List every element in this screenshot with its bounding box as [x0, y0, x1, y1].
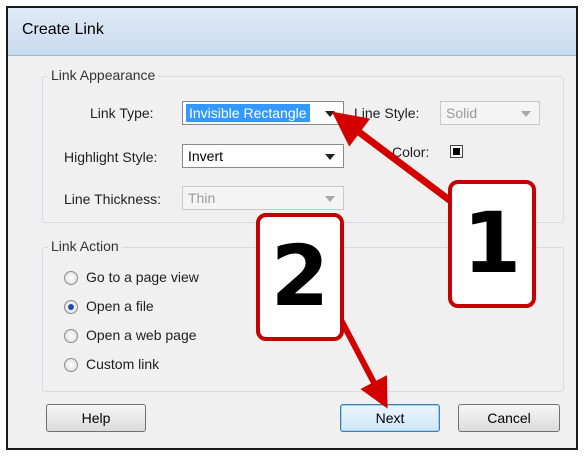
arrow-to-next-button: [337, 315, 388, 409]
arrow-to-link-type: [331, 111, 456, 206]
callout-1: 1: [448, 180, 536, 308]
callout-2: 2: [256, 213, 344, 341]
